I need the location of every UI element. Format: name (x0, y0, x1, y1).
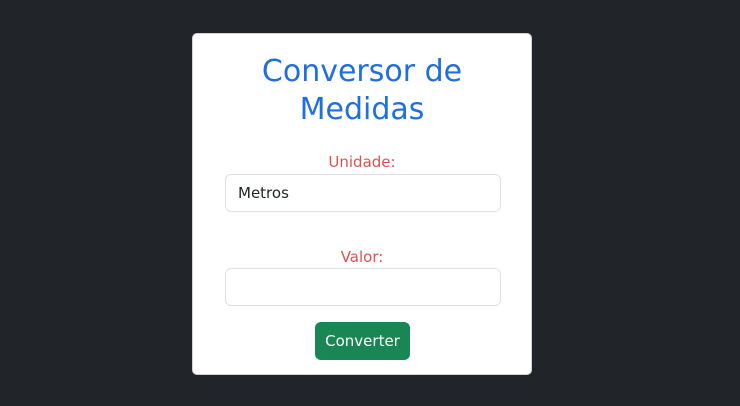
converter-button[interactable]: Converter (315, 322, 410, 360)
valor-input[interactable] (225, 268, 501, 306)
converter-card: Conversor de Medidas Unidade: Valor: Con… (192, 33, 532, 375)
unidade-label: Unidade: (328, 153, 396, 171)
unidade-input[interactable] (225, 174, 501, 212)
page-title-line1: Conversor de (261, 54, 463, 89)
page-title-line2: Medidas (299, 92, 425, 127)
page-title: Conversor de Medidas (193, 53, 531, 129)
valor-label: Valor: (340, 248, 384, 266)
